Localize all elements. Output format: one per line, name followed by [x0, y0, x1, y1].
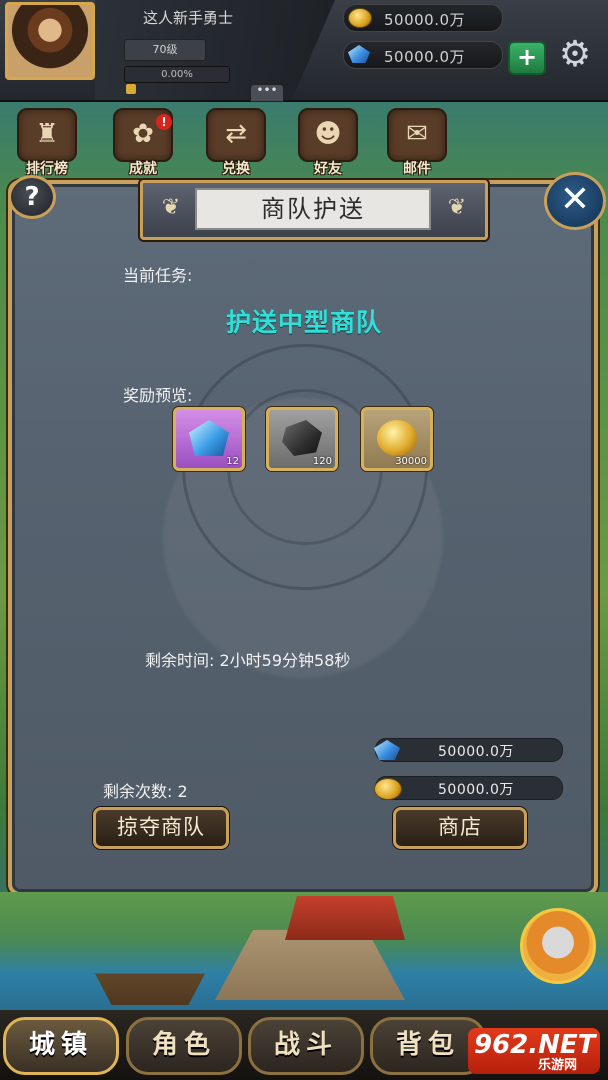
nav-achievement[interactable]: ✿ 成就 !: [112, 108, 174, 177]
exp-indicator-icon: [126, 84, 136, 94]
recharge-button[interactable]: +: [508, 41, 546, 75]
task-name: 护送中型商队: [225, 308, 382, 337]
diamond-icon: [374, 740, 400, 760]
diamond-balance: 50000.0万: [343, 41, 503, 69]
tab-battle[interactable]: 战斗: [248, 1017, 364, 1075]
nav-exchange-label: 兑换: [222, 161, 250, 177]
watermark-main-text: 962.NET: [474, 1030, 596, 1060]
current-task-label: 当前任务:: [123, 266, 193, 285]
reward-preview-label: 奖励预览:: [123, 386, 193, 405]
dialog-gold-value: 50000.0万: [438, 782, 514, 798]
nav-ranking[interactable]: ♜ 排行榜: [16, 108, 78, 177]
reward-qty: 120: [312, 456, 332, 467]
dialog-diamond-value: 50000.0万: [438, 744, 514, 760]
exchange-icon: ⇄: [206, 108, 266, 162]
gold-coin-icon: [348, 8, 372, 28]
exp-bar: 0.00%: [124, 66, 230, 83]
settings-gear-icon[interactable]: ⚙: [552, 34, 598, 76]
dialog-title: 商队护送: [195, 188, 431, 230]
notification-badge: !: [156, 114, 172, 130]
tab-town[interactable]: 城镇: [3, 1017, 119, 1075]
left-scroll-ornament-icon: ❦: [161, 195, 181, 220]
gold-coin-icon: [374, 778, 402, 800]
gold-balance-value: 50000.0万: [384, 11, 466, 29]
nav-friends-label: 好友: [314, 161, 342, 177]
tab-character[interactable]: 角色: [126, 1017, 242, 1075]
nav-mail-label: 邮件: [403, 161, 431, 177]
help-button[interactable]: ?: [8, 175, 56, 219]
player-avatar[interactable]: [5, 2, 95, 80]
gold-balance: 50000.0万: [343, 4, 503, 32]
dialog-title-plate: ❦ 商队护送 ❦: [140, 180, 488, 240]
dialog-diamond-balance: 50000.0万: [374, 738, 563, 762]
nav-achievement-label: 成就: [129, 161, 157, 177]
watermark-sub-text: 乐游网: [538, 1058, 578, 1073]
town-building-roof: [285, 896, 405, 940]
nav-mail[interactable]: ✉ 邮件: [386, 108, 448, 177]
mail-icon: ✉: [387, 108, 447, 162]
diamond-icon: [348, 45, 370, 63]
gold-coin-stack-icon: [377, 420, 417, 456]
shop-button[interactable]: 商店: [393, 807, 527, 849]
diamond-balance-value: 50000.0万: [384, 48, 466, 66]
close-button[interactable]: ✕: [544, 172, 606, 230]
reward-item-ore[interactable]: 120: [266, 407, 338, 471]
dialog-gold-balance: 50000.0万: [374, 776, 563, 800]
friends-icon: ☻: [298, 108, 358, 162]
nav-friends[interactable]: ☻ 好友: [297, 108, 359, 177]
ranking-icon: ♜: [17, 108, 77, 162]
chat-toggle-button[interactable]: •••: [250, 84, 284, 102]
plunder-caravan-button[interactable]: 掠夺商队: [93, 807, 229, 849]
player-name: 这人新手勇士: [143, 9, 234, 27]
reward-qty: 30000: [395, 456, 427, 467]
reward-item-gold[interactable]: 30000: [361, 407, 433, 471]
remaining-attempts: 剩余次数: 2: [103, 782, 188, 801]
reward-qty: 12: [226, 456, 239, 467]
site-watermark: 962.NET 乐游网: [468, 1028, 600, 1074]
mascot-event-icon[interactable]: [520, 908, 596, 984]
reward-item-crystal[interactable]: 12: [173, 407, 245, 471]
right-scroll-ornament-icon: ❦: [447, 195, 467, 220]
iron-ore-icon: [282, 420, 322, 456]
player-level: 70级: [124, 39, 206, 61]
time-remaining: 剩余时间: 2小时59分钟58秒: [145, 651, 351, 670]
nav-exchange[interactable]: ⇄ 兑换: [205, 108, 267, 177]
blue-crystal-icon: [189, 420, 229, 456]
